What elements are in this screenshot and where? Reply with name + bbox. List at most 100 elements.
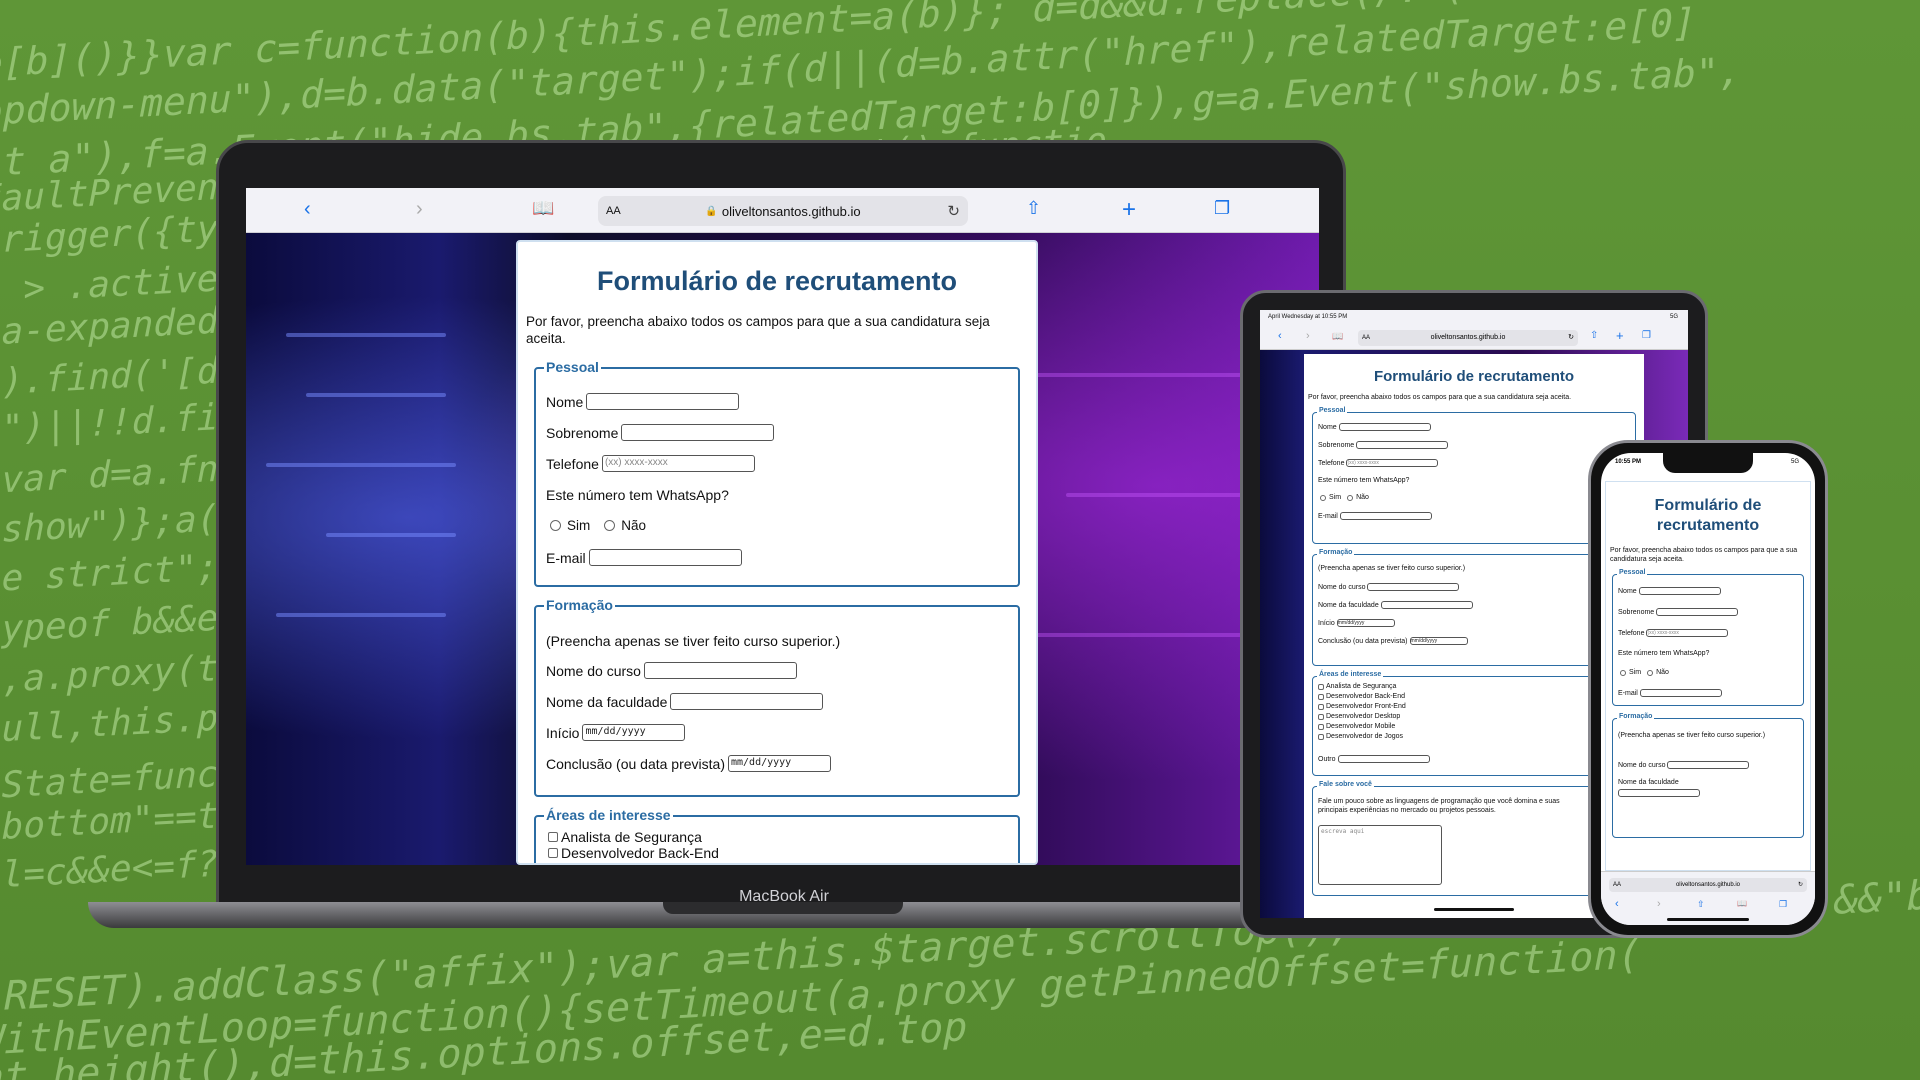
row-sobrenome: Sobrenome [1618,608,1739,616]
tabs-icon[interactable]: ❐ [1779,899,1787,910]
input-sobrenome[interactable] [621,424,775,441]
input-curso[interactable] [1367,583,1460,591]
row-whatsapp: Sim Não [550,518,646,533]
share-icon[interactable]: ⇧ [1026,198,1041,219]
back-icon[interactable]: ‹ [304,198,311,221]
checkbox-area[interactable] [548,832,558,842]
radio-sim[interactable] [550,520,561,531]
light-streak [326,533,456,537]
label-email: E-mail [1318,512,1338,520]
radio-sim[interactable] [1620,669,1626,676]
input-sobrenome[interactable] [1356,441,1449,449]
input-inicio[interactable]: mm/dd/yyyy [582,724,686,741]
formacao-note: (Preencha apenas se tiver feito curso su… [1618,732,1766,739]
legend-areas: Áreas de interesse [544,807,673,823]
forward-icon[interactable]: › [1306,330,1310,342]
new-tab-icon[interactable]: + [1122,196,1136,224]
input-telefone[interactable]: (xx) xxxx-xxxx [601,455,755,472]
area-label: Analista de Segurança [561,829,702,845]
input-email[interactable] [588,549,742,566]
back-icon[interactable]: ‹ [1278,330,1282,342]
label-inicio: Início [1318,619,1335,627]
checkbox-area[interactable] [1318,683,1324,690]
light-streak [1006,633,1246,637]
checkbox-area[interactable] [1318,723,1324,730]
reload-icon[interactable]: ↻ [1568,330,1574,346]
macbook-screen: ‹ › 📖 AA 🔒 oliveltonsantos.github.io ↻ ⇧… [246,188,1319,865]
sobre-text: Fale um pouco sobre as linguagens de pro… [1318,798,1560,814]
input-telefone[interactable]: (xx) xxxx-xxxx [1346,459,1439,467]
safari-toolbar: ‹ › 📖 AA 🔒 oliveltonsantos.github.io ↻ ⇧… [246,188,1319,233]
input-faculdade[interactable] [1380,601,1473,609]
input-curso[interactable] [1667,761,1750,769]
checkbox-area[interactable] [1318,713,1324,720]
input-outro[interactable] [1337,755,1430,763]
tabs-icon[interactable]: ❐ [1214,198,1230,219]
textarea-sobre[interactable]: escreva aqui [1318,825,1442,885]
address-bar[interactable]: AA oliveltonsantos.github.io ↻ [1358,330,1578,346]
reader-aa-button[interactable]: AA [606,205,621,217]
forward-icon[interactable]: › [416,198,423,221]
label-faculdade: Nome da faculdade [546,693,668,710]
input-nome[interactable] [586,393,740,410]
label-nome: Nome [1318,423,1337,431]
input-conclusao[interactable]: mm/dd/yyyy [1409,637,1468,645]
checkbox-area[interactable] [1318,693,1324,700]
label-email: E-mail [1618,689,1638,697]
legend-formacao: Formação [1617,713,1655,720]
input-telefone[interactable]: (xx) xxxx-xxxx [1646,629,1729,637]
address-bar[interactable]: AA 🔒 oliveltonsantos.github.io ↻ [598,196,968,226]
checkbox-area[interactable] [1318,733,1324,740]
input-sobrenome[interactable] [1656,608,1739,616]
radio-nao[interactable] [1647,669,1654,676]
legend-pessoal: Pessoal [544,359,601,375]
bookmarks-icon[interactable]: 📖 [532,198,554,219]
row-sobrenome: Sobrenome [1318,441,1449,449]
back-icon[interactable]: ‹ [1615,898,1619,910]
tabs-icon[interactable]: ❐ [1642,330,1651,341]
fieldset-pessoal: Pessoal Nome Sobrenome Telefone (xx) xxxx… [1612,569,1804,706]
input-email[interactable] [1639,689,1722,697]
input-nome[interactable] [1638,587,1721,595]
area-label: Analista de Segurança [1326,683,1397,690]
address-bar[interactable]: AA oliveltonsantos.github.io ↻ [1609,878,1807,892]
share-icon[interactable]: ⇧ [1697,899,1705,910]
form-title: Formulário de recrutamento [1654,497,1762,534]
input-inicio[interactable]: mm/dd/yyyy [1336,619,1395,627]
form-card: Formulário de recrutamento Por favor, pr… [1605,481,1811,871]
bookmarks-icon[interactable]: 📖 [1332,331,1343,342]
bookmarks-icon[interactable]: 📖 [1737,899,1747,908]
row-curso: Nome do curso [546,662,797,679]
input-faculdade[interactable] [670,693,824,710]
radio-nao[interactable] [604,520,616,531]
label-nao: Não [621,518,647,533]
area-item: Analista de Segurança [548,829,702,845]
legend-formacao: Formação [1317,549,1355,556]
share-icon[interactable]: ⇧ [1590,330,1598,341]
reader-aa-button[interactable]: AA [1362,330,1370,346]
area-item: Desenvolvedor Desktop [1318,713,1400,720]
whatsapp-question: Este número tem WhatsApp? [546,487,729,503]
legend-sobre: Fale sobre você [1317,781,1374,788]
row-email: E-mail [1618,689,1722,697]
label-email: E-mail [546,549,586,566]
new-tab-icon[interactable]: + [1616,328,1624,343]
input-nome[interactable] [1338,423,1431,431]
label-curso: Nome do curso [1318,583,1366,591]
radio-nao[interactable] [1347,494,1354,501]
reload-icon[interactable]: ↻ [1798,878,1803,892]
input-faculdade[interactable] [1618,789,1700,797]
row-email: E-mail [1318,512,1432,520]
input-curso[interactable] [643,662,797,679]
input-conclusao[interactable]: mm/dd/yyyy [728,755,831,772]
radio-sim[interactable] [1320,494,1326,501]
checkbox-area[interactable] [1318,703,1324,710]
reload-icon[interactable]: ↻ [947,202,960,220]
row-telefone: Telefone (xx) xxxx-xxxx [546,455,755,472]
row-faculdade: Nome da faculdade [546,693,824,710]
area-item: Analista de Segurança [1318,683,1396,690]
checkbox-area[interactable] [548,848,558,858]
forward-icon[interactable]: › [1657,898,1661,910]
reader-aa-button[interactable]: AA [1613,878,1621,892]
input-email[interactable] [1339,512,1432,520]
